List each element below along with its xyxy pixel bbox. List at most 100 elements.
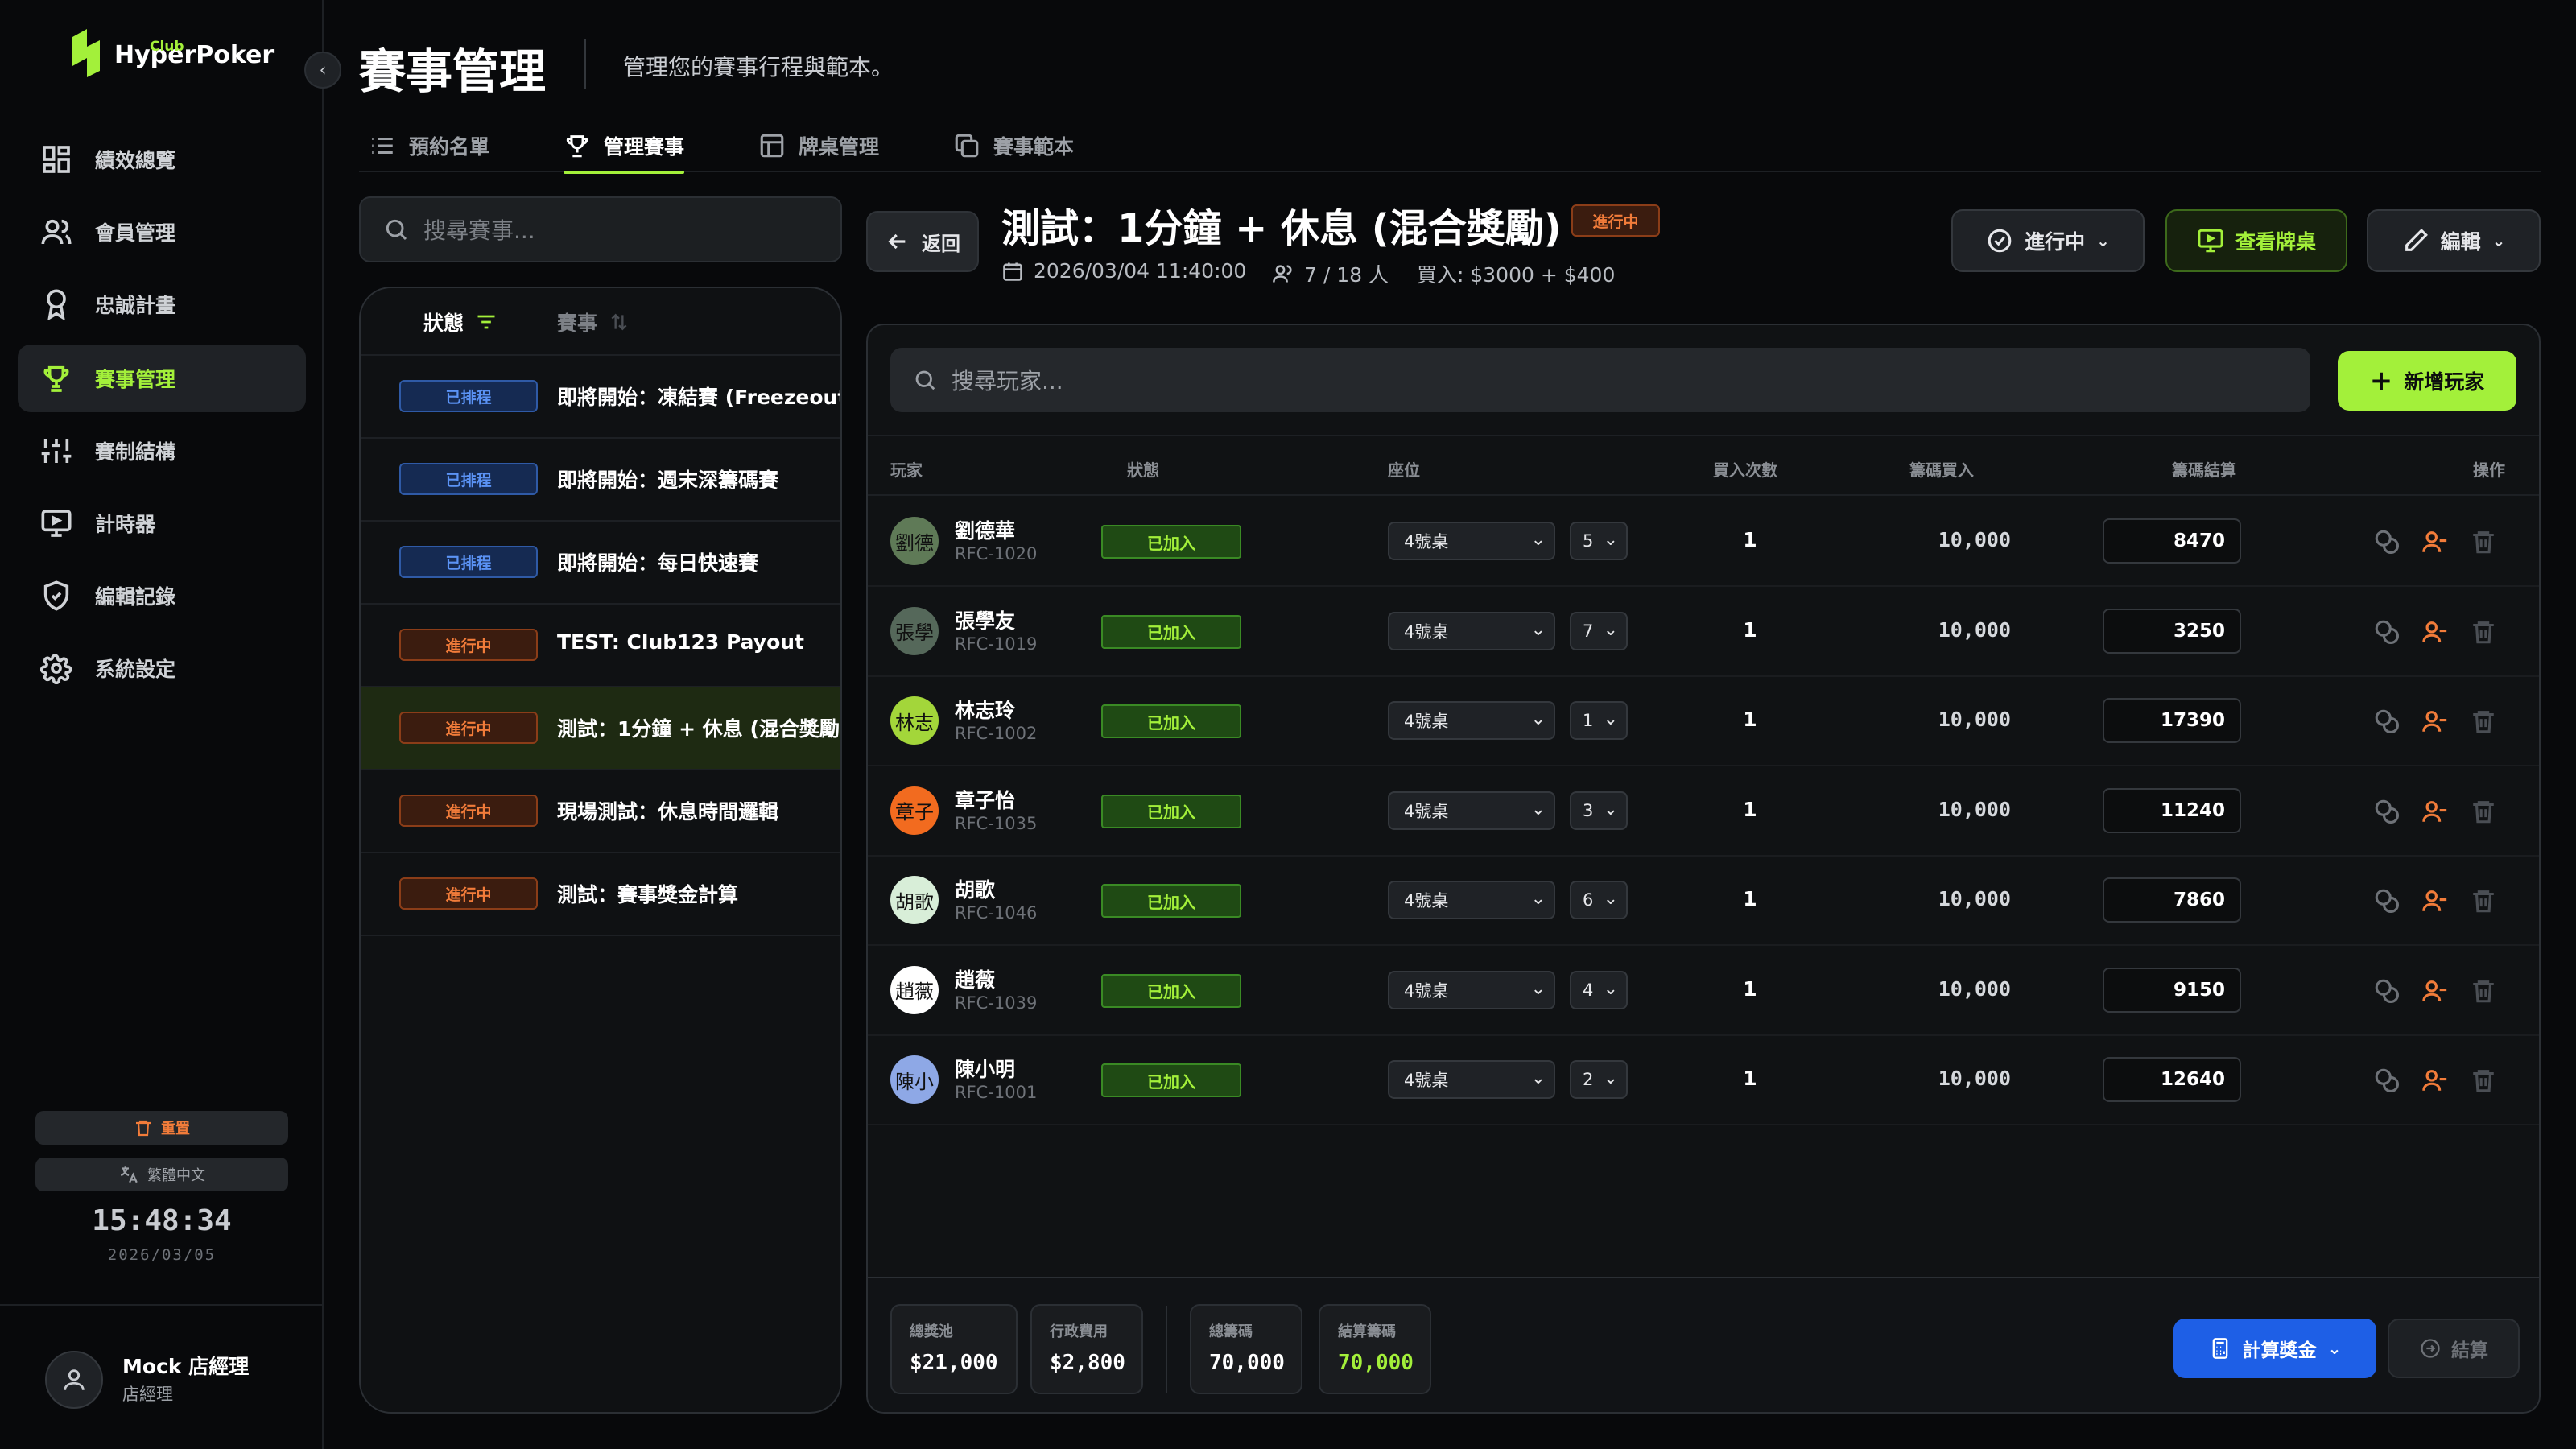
stack-value: 7860: [2173, 890, 2225, 910]
list-item[interactable]: 已排程 即將開始：每日快速賽: [361, 522, 840, 605]
nav-item-timer[interactable]: 計時器: [18, 489, 306, 557]
table-row: 張學 張學友 RFC-1019 已加入 4號桌 ⌄ 7 ⌄ 1 10,000 3250: [868, 588, 2539, 677]
swap-seat-button[interactable]: [2373, 618, 2401, 646]
table-select[interactable]: 4號桌 ⌄: [1388, 701, 1555, 740]
seat-select[interactable]: 7 ⌄: [1570, 611, 1628, 650]
table-value: 4號桌: [1404, 532, 1449, 551]
list-item[interactable]: 進行中 測試：賽事獎金計算: [361, 853, 840, 936]
players-panel: 搜尋玩家... + 新增玩家 玩家 狀態 座位 買入次數 籌碼買入 籌碼結算 操…: [866, 324, 2541, 1414]
collapse-sidebar-button[interactable]: ‹: [304, 52, 341, 89]
tournament-name: TEST: Club123 Payout: [557, 630, 804, 654]
table-select[interactable]: 4號桌 ⌄: [1388, 522, 1555, 560]
tab-reservations[interactable]: 預約名單: [369, 119, 489, 172]
list-item[interactable]: 進行中 TEST: Club123 Payout: [361, 605, 840, 687]
delete-button[interactable]: [2470, 1067, 2497, 1094]
shield-icon: [43, 580, 69, 611]
nav-item-loyalty[interactable]: 忠誠計畫: [18, 270, 306, 338]
chip-stack-input[interactable]: 9150: [2103, 967, 2241, 1013]
chevron-down-icon: ⌄: [1603, 889, 1618, 909]
swap-seat-button[interactable]: [2373, 798, 2401, 825]
tournament-name: 即將開始：凍結賽 (Freezeout): [557, 386, 842, 409]
swap-seat-button[interactable]: [2373, 887, 2401, 914]
nav-item-audit-log[interactable]: 編輯記錄: [18, 562, 306, 630]
chip-stack-input[interactable]: 8470: [2103, 518, 2241, 564]
delete-button[interactable]: [2470, 887, 2497, 914]
language-button[interactable]: 繁體中文: [35, 1158, 288, 1191]
list-item[interactable]: 進行中 現場測試：休息時間邏輯: [361, 770, 840, 853]
chevron-down-icon: ⌄: [2096, 231, 2110, 250]
nav-item-structure[interactable]: 賽制結構: [18, 417, 306, 485]
back-button[interactable]: 返回: [866, 211, 979, 272]
player-search-input[interactable]: 搜尋玩家...: [890, 348, 2310, 412]
remove-player-button[interactable]: [2421, 528, 2449, 555]
seat-select[interactable]: 6 ⌄: [1570, 881, 1628, 919]
seat-select[interactable]: 1 ⌄: [1570, 701, 1628, 740]
remove-player-button[interactable]: [2421, 618, 2449, 646]
nav-item-settings[interactable]: 系統設定: [18, 634, 306, 702]
pencil-icon: [2405, 229, 2428, 251]
tab-tables[interactable]: 牌桌管理: [758, 119, 879, 172]
list-item[interactable]: 已排程 即將開始：週末深籌碼賽: [361, 439, 840, 522]
nav-item-members[interactable]: 會員管理: [18, 198, 306, 266]
brand-logo[interactable]: HyperPoker: [68, 29, 274, 82]
list-item[interactable]: 已排程 即將開始：凍結賽 (Freezeout): [361, 356, 840, 439]
sort-by-event[interactable]: 賽事: [557, 308, 630, 336]
tournament-search-input[interactable]: 搜尋賽事...: [359, 196, 842, 262]
status-dropdown[interactable]: 進行中 ⌄: [1951, 209, 2145, 272]
chip-stack-input[interactable]: 12640: [2103, 1057, 2241, 1102]
swap-seat-button[interactable]: [2373, 1067, 2401, 1094]
player-id: RFC-1035: [955, 813, 1038, 833]
seat-select[interactable]: 3 ⌄: [1570, 791, 1628, 830]
chip-stack-input[interactable]: 11240: [2103, 787, 2241, 833]
copy-icon: [955, 134, 979, 158]
table-select[interactable]: 4號桌 ⌄: [1388, 791, 1555, 830]
chip-stack-input[interactable]: 17390: [2103, 698, 2241, 743]
list-item-selected[interactable]: 進行中 測試：1分鐘 + 休息 (混合獎勵): [361, 687, 840, 770]
trash-icon: [2473, 621, 2494, 643]
swap-seat-button[interactable]: [2373, 528, 2401, 555]
nav-item-tournaments[interactable]: 賽事管理: [18, 345, 306, 412]
add-player-button[interactable]: + 新增玩家: [2338, 351, 2516, 411]
players-text: 7 / 18 人: [1304, 263, 1389, 287]
user-minus-icon: [2422, 531, 2447, 552]
user-profile[interactable]: Mock 店經理 店經理: [0, 1304, 324, 1449]
delete-button[interactable]: [2470, 798, 2497, 825]
tab-templates[interactable]: 賽事範本: [953, 119, 1074, 172]
player-name: 胡歌: [955, 878, 996, 902]
tab-manage-tournaments[interactable]: 管理賽事: [564, 119, 685, 174]
tournament-name: 即將開始：每日快速賽: [557, 551, 759, 575]
delete-button[interactable]: [2470, 708, 2497, 735]
table-select[interactable]: 4號桌 ⌄: [1388, 881, 1555, 919]
swap-seat-button[interactable]: [2373, 977, 2401, 1005]
seat-select[interactable]: 4 ⌄: [1570, 970, 1628, 1009]
settle-button[interactable]: 結算: [2388, 1319, 2520, 1378]
remove-player-button[interactable]: [2421, 708, 2449, 735]
delete-button[interactable]: [2470, 528, 2497, 555]
remove-player-button[interactable]: [2421, 887, 2449, 914]
table-select[interactable]: 4號桌 ⌄: [1388, 970, 1555, 1009]
seat-select[interactable]: 2 ⌄: [1570, 1060, 1628, 1099]
reset-button[interactable]: 重置: [35, 1111, 288, 1145]
player-name: 陳小明: [955, 1058, 1016, 1081]
chevron-down-icon: ⌄: [1603, 709, 1618, 729]
calculate-prize-button[interactable]: 計算獎金 ⌄: [2174, 1319, 2376, 1378]
sort-by-status[interactable]: 狀態: [423, 308, 497, 336]
remove-player-button[interactable]: [2421, 1067, 2449, 1094]
remove-player-button[interactable]: [2421, 798, 2449, 825]
chips-in: 10,000: [1938, 528, 2011, 551]
settled-chips-label: 結算籌碼: [1338, 1323, 1396, 1340]
table-select[interactable]: 4號桌 ⌄: [1388, 1060, 1555, 1099]
edit-dropdown[interactable]: 編輯 ⌄: [2367, 209, 2541, 272]
nav-item-dashboard[interactable]: 績效總覽: [18, 126, 306, 193]
table-select[interactable]: 4號桌 ⌄: [1388, 611, 1555, 650]
player-id: RFC-1019: [955, 634, 1038, 654]
swap-seat-button[interactable]: [2373, 708, 2401, 735]
chip-stack-input[interactable]: 7860: [2103, 877, 2241, 923]
delete-button[interactable]: [2470, 977, 2497, 1005]
delete-button[interactable]: [2470, 618, 2497, 646]
seat-select[interactable]: 5 ⌄: [1570, 522, 1628, 560]
chip-stack-input[interactable]: 3250: [2103, 608, 2241, 654]
seat-value: 6: [1583, 890, 1594, 910]
remove-player-button[interactable]: [2421, 977, 2449, 1005]
view-tables-button[interactable]: 查看牌桌: [2165, 209, 2347, 272]
